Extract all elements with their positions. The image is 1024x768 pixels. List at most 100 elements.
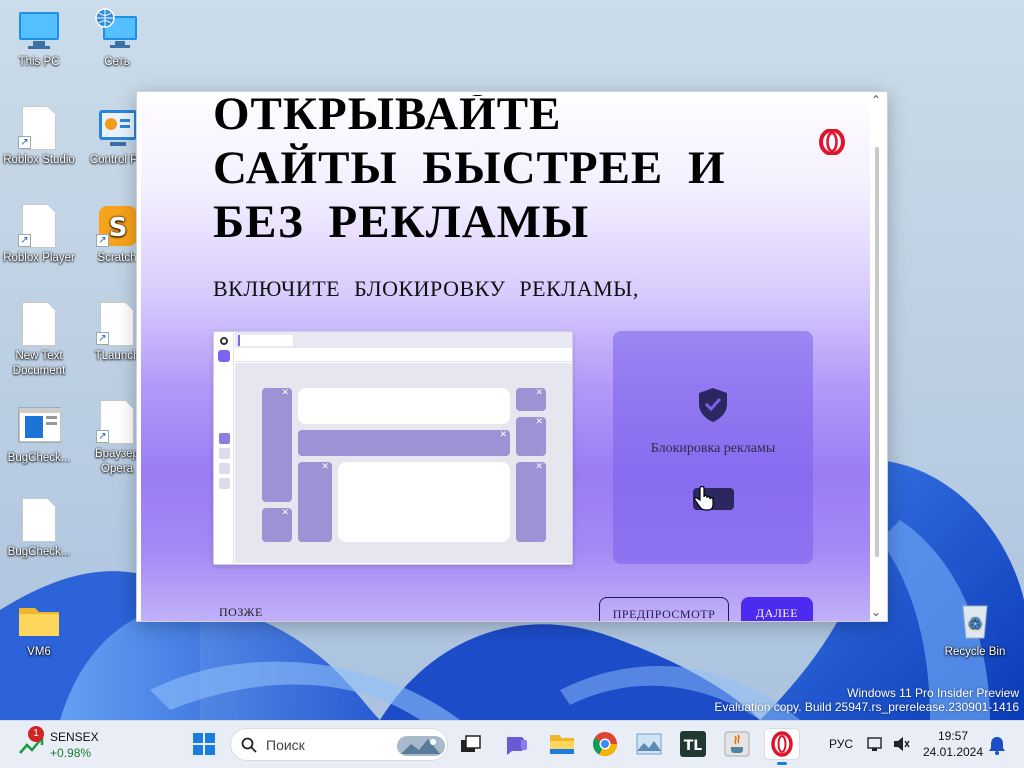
control-panel-icon bbox=[99, 110, 137, 146]
search-placeholder: Поиск bbox=[266, 737, 305, 753]
language-indicator[interactable]: РУС bbox=[829, 737, 853, 751]
watermark-edition: Windows 11 Pro Insider Preview bbox=[847, 686, 1019, 700]
network-icon bbox=[95, 8, 137, 48]
opera-button[interactable] bbox=[765, 729, 799, 765]
shortcut-arrow-icon: ↗ bbox=[96, 332, 109, 345]
mock-sidebar-active-icon bbox=[218, 350, 230, 362]
stock-name: SENSEX bbox=[50, 730, 99, 744]
shortcut-arrow-icon: ↗ bbox=[96, 430, 109, 443]
mock-content-block bbox=[298, 388, 510, 424]
dialog-content: ОТКРЫВАЙТЕ САЙТЫ БЫСТРЕЕ И БЕЗ РЕКЛАМЫ В… bbox=[141, 95, 870, 621]
desktop-icon-label: BugCheck... bbox=[7, 452, 71, 464]
text-document-icon bbox=[22, 302, 56, 346]
network-status-icon[interactable] bbox=[866, 735, 884, 753]
mock-opera-icon bbox=[220, 337, 228, 345]
shortcut-arrow-icon: ↗ bbox=[96, 234, 109, 247]
desktop-icon-bugcheck-2[interactable]: BugCheck... bbox=[1, 496, 77, 560]
scroll-down-arrow-icon[interactable]: ⌄ bbox=[871, 605, 881, 619]
clock[interactable]: 19:57 24.01.2024 bbox=[918, 728, 988, 760]
tlauncher-button[interactable]: TL bbox=[678, 729, 708, 759]
opera-logo-icon bbox=[819, 129, 845, 155]
ad-block-card: Блокировка рекламы bbox=[613, 331, 813, 564]
mock-sidebar-item bbox=[219, 463, 230, 474]
java-button[interactable] bbox=[722, 729, 752, 759]
desktop-icon-this-pc[interactable]: This PC bbox=[1, 6, 77, 70]
hand-cursor-icon bbox=[694, 486, 714, 511]
recycle-bin-icon: ♻ bbox=[962, 605, 988, 639]
dialog-scrollbar-thumb[interactable] bbox=[875, 147, 879, 557]
stock-change: +0.98% bbox=[50, 746, 92, 760]
preview-button[interactable]: ПРЕДПРОСМОТР bbox=[599, 597, 729, 621]
ad-block-label: Блокировка рекламы bbox=[650, 441, 776, 456]
monitor-icon bbox=[19, 12, 59, 49]
mock-ad-block: ✕ bbox=[516, 417, 546, 456]
chrome-icon bbox=[592, 732, 617, 757]
headline-line-1: ОТКРЫВАЙТЕ bbox=[213, 95, 562, 140]
java-icon bbox=[724, 731, 750, 757]
desktop-icon-network[interactable]: Сеть bbox=[79, 6, 155, 70]
scroll-up-arrow-icon[interactable]: ⌃ bbox=[871, 93, 881, 107]
shield-check-icon bbox=[699, 388, 727, 422]
desktop-icon-bugcheck-1[interactable]: BugCheck... bbox=[1, 402, 77, 466]
photos-button[interactable] bbox=[634, 729, 664, 759]
clock-time: 19:57 bbox=[937, 729, 969, 743]
headline-line-3: БЕЗ РЕКЛАМЫ bbox=[213, 196, 590, 248]
desktop-icon-label: BugCheck... bbox=[7, 546, 71, 558]
desktop-icon-new-text-document[interactable]: New Text Document bbox=[1, 300, 77, 379]
desktop-icon-label: Recycle Bin bbox=[944, 646, 1006, 658]
chrome-button[interactable] bbox=[590, 729, 620, 759]
file-explorer-icon bbox=[550, 735, 574, 754]
dialog-subtitle: ВКЛЮЧИТЕ БЛОКИРОВКУ РЕКЛАМЫ, bbox=[213, 276, 639, 301]
headline-line-2: САЙТЫ БЫСТРЕЕ И bbox=[213, 142, 726, 194]
mock-ad-block: ✕ bbox=[516, 388, 546, 411]
photos-icon bbox=[636, 733, 662, 755]
mock-content-block bbox=[338, 462, 510, 542]
document-icon bbox=[22, 498, 56, 542]
mock-ad-block: ✕ bbox=[298, 430, 510, 456]
opera-onboarding-dialog: ОТКРЫВАЙТЕ САЙТЫ БЫСТРЕЕ И БЕЗ РЕКЛАМЫ В… bbox=[136, 91, 888, 622]
mock-ad-block: ✕ bbox=[516, 462, 546, 542]
start-button[interactable] bbox=[189, 729, 219, 759]
desktop-icon-roblox-player[interactable]: ↗ Roblox Player bbox=[1, 202, 77, 266]
desktop-icon-label: This PC bbox=[18, 56, 60, 68]
chat-button[interactable] bbox=[502, 729, 532, 759]
taskbar: 1 SENSEX +0.98% Поиск TL РУС 19:57 24.01… bbox=[0, 720, 1024, 768]
active-app-indicator bbox=[777, 762, 787, 765]
windows-start-icon bbox=[193, 733, 215, 755]
volume-muted-icon[interactable] bbox=[892, 735, 910, 753]
desktop-icon-label: Roblox Studio bbox=[3, 154, 75, 166]
mock-ad-block: ✕ bbox=[262, 388, 292, 502]
task-view-icon bbox=[461, 735, 481, 752]
desktop-icon-label: New Text Document bbox=[12, 350, 66, 377]
mock-ad-block: ✕ bbox=[298, 462, 332, 542]
file-explorer-button[interactable] bbox=[547, 729, 577, 759]
stock-widget[interactable]: 1 SENSEX +0.98% bbox=[18, 726, 108, 763]
search-highlight-icon bbox=[397, 736, 445, 756]
windows-watermark: Windows 11 Pro Insider Preview Evaluatio… bbox=[714, 686, 1019, 714]
next-button[interactable]: ДАЛЕЕ bbox=[741, 597, 813, 621]
tlauncher-icon: TL bbox=[680, 731, 706, 757]
chat-icon bbox=[507, 737, 527, 755]
notification-bell-icon[interactable] bbox=[988, 735, 1006, 755]
taskbar-search[interactable]: Поиск bbox=[230, 728, 448, 761]
mock-sidebar-item bbox=[219, 478, 230, 489]
browser-mockup-illustration: ✕ ✕ ✕ ✕ ✕ ✕ ✕ bbox=[213, 331, 573, 565]
svg-text:♻: ♻ bbox=[968, 614, 982, 633]
desktop-icon-label: Сеть bbox=[104, 56, 130, 68]
folder-icon bbox=[19, 608, 59, 636]
shortcut-arrow-icon: ↗ bbox=[18, 234, 31, 247]
task-view-button[interactable] bbox=[456, 729, 486, 759]
desktop-icon-recycle-bin[interactable]: ♻ Recycle Bin bbox=[937, 596, 1013, 660]
svg-text:TL: TL bbox=[684, 738, 703, 754]
svg-text:S: S bbox=[109, 213, 128, 243]
watermark-build: Evaluation copy. Build 25947.rs_prerelea… bbox=[714, 700, 1019, 714]
desktop-icon-roblox-studio[interactable]: ↗ Roblox Studio bbox=[1, 104, 77, 168]
mock-address-bar bbox=[235, 348, 572, 362]
mock-tab bbox=[238, 335, 293, 346]
application-window-icon bbox=[18, 407, 62, 443]
clock-date: 24.01.2024 bbox=[922, 745, 984, 759]
later-button[interactable]: ПОЗЖЕ bbox=[219, 605, 263, 620]
shortcut-arrow-icon: ↗ bbox=[18, 136, 31, 149]
desktop-icon-vm6[interactable]: VM6 bbox=[1, 596, 77, 660]
mock-ad-block: ✕ bbox=[262, 508, 292, 542]
